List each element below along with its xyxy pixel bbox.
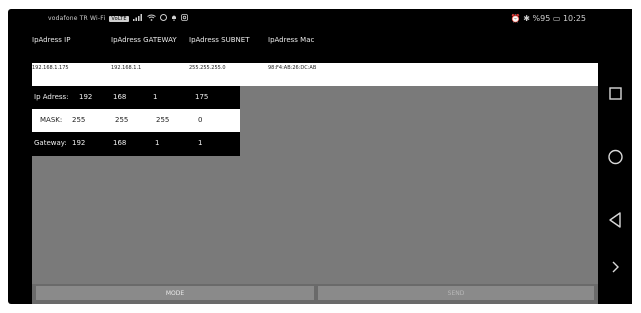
square-icon (609, 87, 622, 100)
value-gateway: 192.168.1.1 (111, 65, 142, 71)
network-config-panel: Ip Adress: 192 168 1 175 MASK: 255 255 2… (32, 86, 240, 156)
expand-nav-button[interactable] (598, 252, 632, 282)
value-mac: 98:F4:AB:26:DC:AB (268, 65, 317, 71)
ip-octet-2[interactable]: 168 (113, 93, 126, 101)
send-button[interactable]: SEND (318, 286, 594, 300)
mask-octet-4[interactable]: 0 (198, 116, 202, 124)
header-ip: IpAdress IP (32, 36, 71, 44)
value-subnet: 255.255.255.0 (189, 65, 226, 71)
bottom-button-bar: MODE SEND (32, 284, 598, 304)
values-row: 192.168.1.175 192.168.1.1 255.255.255.0 … (32, 63, 598, 86)
network-badge: VoLTE (109, 15, 129, 22)
circle-icon (608, 149, 623, 165)
status-left: vodafone TR Wi-Fi VoLTE (48, 14, 188, 23)
signal-icon (132, 14, 143, 23)
sync-icon (159, 14, 167, 23)
back-triangle-icon (609, 212, 621, 228)
mode-button[interactable]: MODE (36, 286, 314, 300)
gateway-octet-4[interactable]: 1 (198, 139, 202, 147)
gateway-row: Gateway: 192 168 1 1 (32, 132, 240, 155)
mask-octet-3[interactable]: 255 (156, 116, 169, 124)
chevron-right-icon (612, 261, 619, 273)
navigation-bar (598, 9, 632, 304)
back-button[interactable] (598, 205, 632, 235)
header-gateway: IpAdress GATEWAY (111, 36, 177, 44)
home-button[interactable] (598, 142, 632, 172)
gateway-octet-2[interactable]: 168 (113, 139, 126, 147)
gateway-octet-3[interactable]: 1 (155, 139, 159, 147)
notification-icon (171, 14, 177, 23)
carrier-label: vodafone TR Wi-Fi (48, 15, 106, 22)
status-right: ⏰ ✱ %95 ▭ 10:25 (510, 14, 586, 23)
recents-button[interactable] (598, 79, 632, 109)
mask-octet-1[interactable]: 255 (72, 116, 85, 124)
ip-octet-4[interactable]: 175 (195, 93, 208, 101)
gateway-octet-1[interactable]: 192 (72, 139, 85, 147)
ip-octet-3[interactable]: 1 (153, 93, 157, 101)
value-ip: 192.168.1.175 (32, 65, 69, 71)
instagram-icon (180, 14, 188, 23)
wifi-icon (146, 14, 156, 23)
header-subnet: IpAdress SUBNET (189, 36, 250, 44)
mask-label: MASK: (40, 116, 63, 124)
ip-octet-1[interactable]: 192 (79, 93, 92, 101)
mask-row: MASK: 255 255 255 0 (32, 109, 240, 132)
status-bar: vodafone TR Wi-Fi VoLTE ⏰ ✱ %95 ▭ 10:25 (32, 9, 598, 33)
gateway-label: Gateway: (34, 139, 67, 147)
ip-address-row: Ip Adress: 192 168 1 175 (32, 86, 240, 109)
mask-octet-2[interactable]: 255 (115, 116, 128, 124)
header-mac: IpAdress Mac (268, 36, 315, 44)
column-headers: IpAdress IP IpAdress GATEWAY IpAdress SU… (32, 33, 598, 63)
ip-label: Ip Adress: (34, 93, 69, 101)
